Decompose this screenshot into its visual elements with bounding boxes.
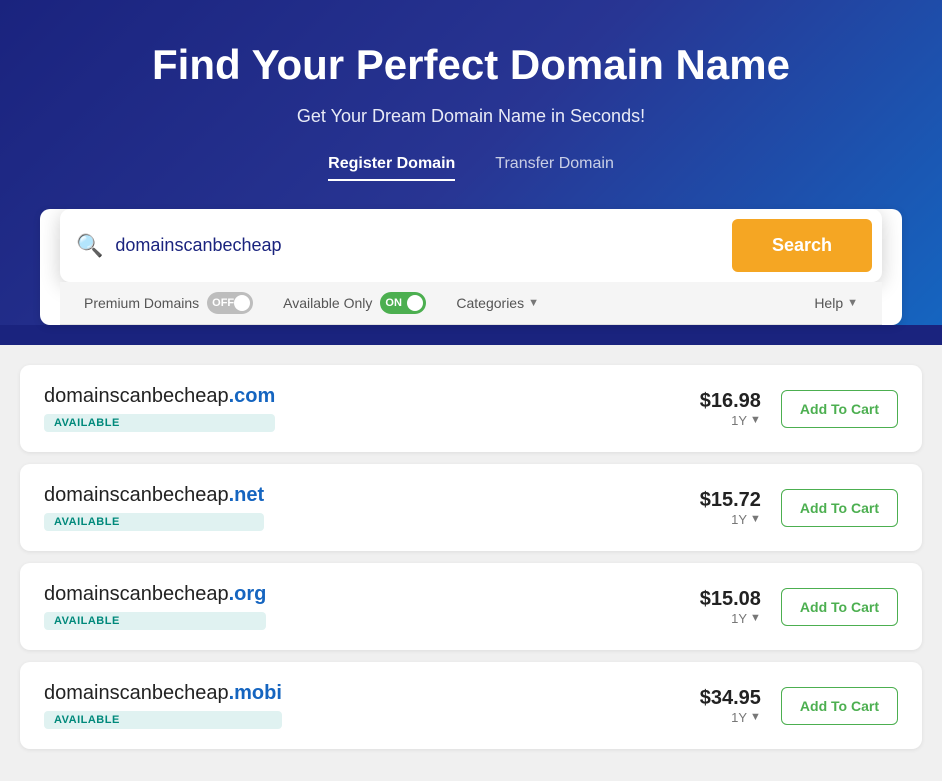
domain-extension: .mobi bbox=[229, 682, 282, 704]
help-chevron-icon: ▼ bbox=[847, 297, 858, 309]
domain-info: domainscanbecheap.com AVAILABLE bbox=[44, 385, 275, 432]
help-label: Help bbox=[814, 295, 843, 311]
domain-name: domainscanbecheap.mobi bbox=[44, 682, 282, 705]
chevron-down-icon: ▼ bbox=[528, 297, 539, 309]
search-icon: 🔍 bbox=[76, 233, 103, 259]
price-period: 1Y ▼ bbox=[700, 512, 761, 527]
domain-actions: $16.98 1Y ▼ Add To Cart bbox=[700, 390, 898, 428]
categories-label: Categories bbox=[456, 295, 524, 311]
domain-result-row: domainscanbecheap.com AVAILABLE $16.98 1… bbox=[20, 365, 922, 452]
premium-domains-filter: Premium Domains OFF bbox=[84, 292, 253, 314]
domain-actions: $34.95 1Y ▼ Add To Cart bbox=[700, 687, 898, 725]
premium-toggle-label: OFF bbox=[212, 297, 234, 309]
price-block: $15.72 1Y ▼ bbox=[700, 489, 761, 527]
search-input[interactable] bbox=[115, 235, 732, 256]
domain-extension: .net bbox=[229, 484, 265, 506]
premium-domains-label: Premium Domains bbox=[84, 295, 199, 311]
available-toggle[interactable]: ON bbox=[380, 292, 426, 314]
domain-info: domainscanbecheap.org AVAILABLE bbox=[44, 583, 266, 630]
add-to-cart-button[interactable]: Add To Cart bbox=[781, 588, 898, 626]
domain-extension: .org bbox=[229, 583, 267, 605]
page-title: Find Your Perfect Domain Name bbox=[20, 40, 922, 90]
domain-price: $15.72 bbox=[700, 489, 761, 512]
tab-transfer-domain[interactable]: Transfer Domain bbox=[495, 155, 614, 181]
domain-info: domainscanbecheap.net AVAILABLE bbox=[44, 484, 264, 531]
search-bar: 🔍 Search bbox=[60, 209, 882, 282]
domain-extension: .com bbox=[229, 385, 276, 407]
domain-result-row: domainscanbecheap.org AVAILABLE $15.08 1… bbox=[20, 563, 922, 650]
availability-badge: AVAILABLE bbox=[44, 612, 266, 630]
add-to-cart-button[interactable]: Add To Cart bbox=[781, 390, 898, 428]
domain-actions: $15.72 1Y ▼ Add To Cart bbox=[700, 489, 898, 527]
help-button[interactable]: Help ▼ bbox=[814, 295, 858, 311]
add-to-cart-button[interactable]: Add To Cart bbox=[781, 687, 898, 725]
domain-name: domainscanbecheap.com bbox=[44, 385, 275, 408]
period-chevron-icon[interactable]: ▼ bbox=[750, 513, 761, 525]
domain-name: domainscanbecheap.org bbox=[44, 583, 266, 606]
domain-name: domainscanbecheap.net bbox=[44, 484, 264, 507]
premium-toggle[interactable]: OFF bbox=[207, 292, 253, 314]
period-chevron-icon[interactable]: ▼ bbox=[750, 612, 761, 624]
price-period: 1Y ▼ bbox=[700, 413, 761, 428]
domain-result-row: domainscanbecheap.mobi AVAILABLE $34.95 … bbox=[20, 662, 922, 749]
categories-dropdown[interactable]: Categories ▼ bbox=[456, 295, 539, 311]
price-block: $34.95 1Y ▼ bbox=[700, 687, 761, 725]
tab-register-domain[interactable]: Register Domain bbox=[328, 155, 455, 181]
domain-price: $34.95 bbox=[700, 687, 761, 710]
hero-subtitle: Get Your Dream Domain Name in Seconds! bbox=[20, 106, 922, 127]
price-period: 1Y ▼ bbox=[700, 611, 761, 626]
filter-bar: Premium Domains OFF Available Only ON Ca… bbox=[60, 282, 882, 325]
available-toggle-label: ON bbox=[385, 297, 402, 309]
domain-price: $15.08 bbox=[700, 588, 761, 611]
hero-section: Find Your Perfect Domain Name Get Your D… bbox=[0, 0, 942, 325]
domain-price: $16.98 bbox=[700, 390, 761, 413]
tab-group: Register Domain Transfer Domain bbox=[20, 155, 922, 181]
results-section: domainscanbecheap.com AVAILABLE $16.98 1… bbox=[0, 345, 942, 781]
search-card: 🔍 Search Premium Domains OFF Available O… bbox=[40, 209, 902, 325]
available-only-filter: Available Only ON bbox=[283, 292, 426, 314]
availability-badge: AVAILABLE bbox=[44, 513, 264, 531]
domain-actions: $15.08 1Y ▼ Add To Cart bbox=[700, 588, 898, 626]
availability-badge: AVAILABLE bbox=[44, 711, 282, 729]
period-chevron-icon[interactable]: ▼ bbox=[750, 414, 761, 426]
domain-info: domainscanbecheap.mobi AVAILABLE bbox=[44, 682, 282, 729]
price-block: $16.98 1Y ▼ bbox=[700, 390, 761, 428]
period-chevron-icon[interactable]: ▼ bbox=[750, 711, 761, 723]
add-to-cart-button[interactable]: Add To Cart bbox=[781, 489, 898, 527]
domain-result-row: domainscanbecheap.net AVAILABLE $15.72 1… bbox=[20, 464, 922, 551]
price-block: $15.08 1Y ▼ bbox=[700, 588, 761, 626]
available-only-label: Available Only bbox=[283, 295, 372, 311]
price-period: 1Y ▼ bbox=[700, 710, 761, 725]
search-button[interactable]: Search bbox=[732, 219, 872, 272]
availability-badge: AVAILABLE bbox=[44, 414, 275, 432]
